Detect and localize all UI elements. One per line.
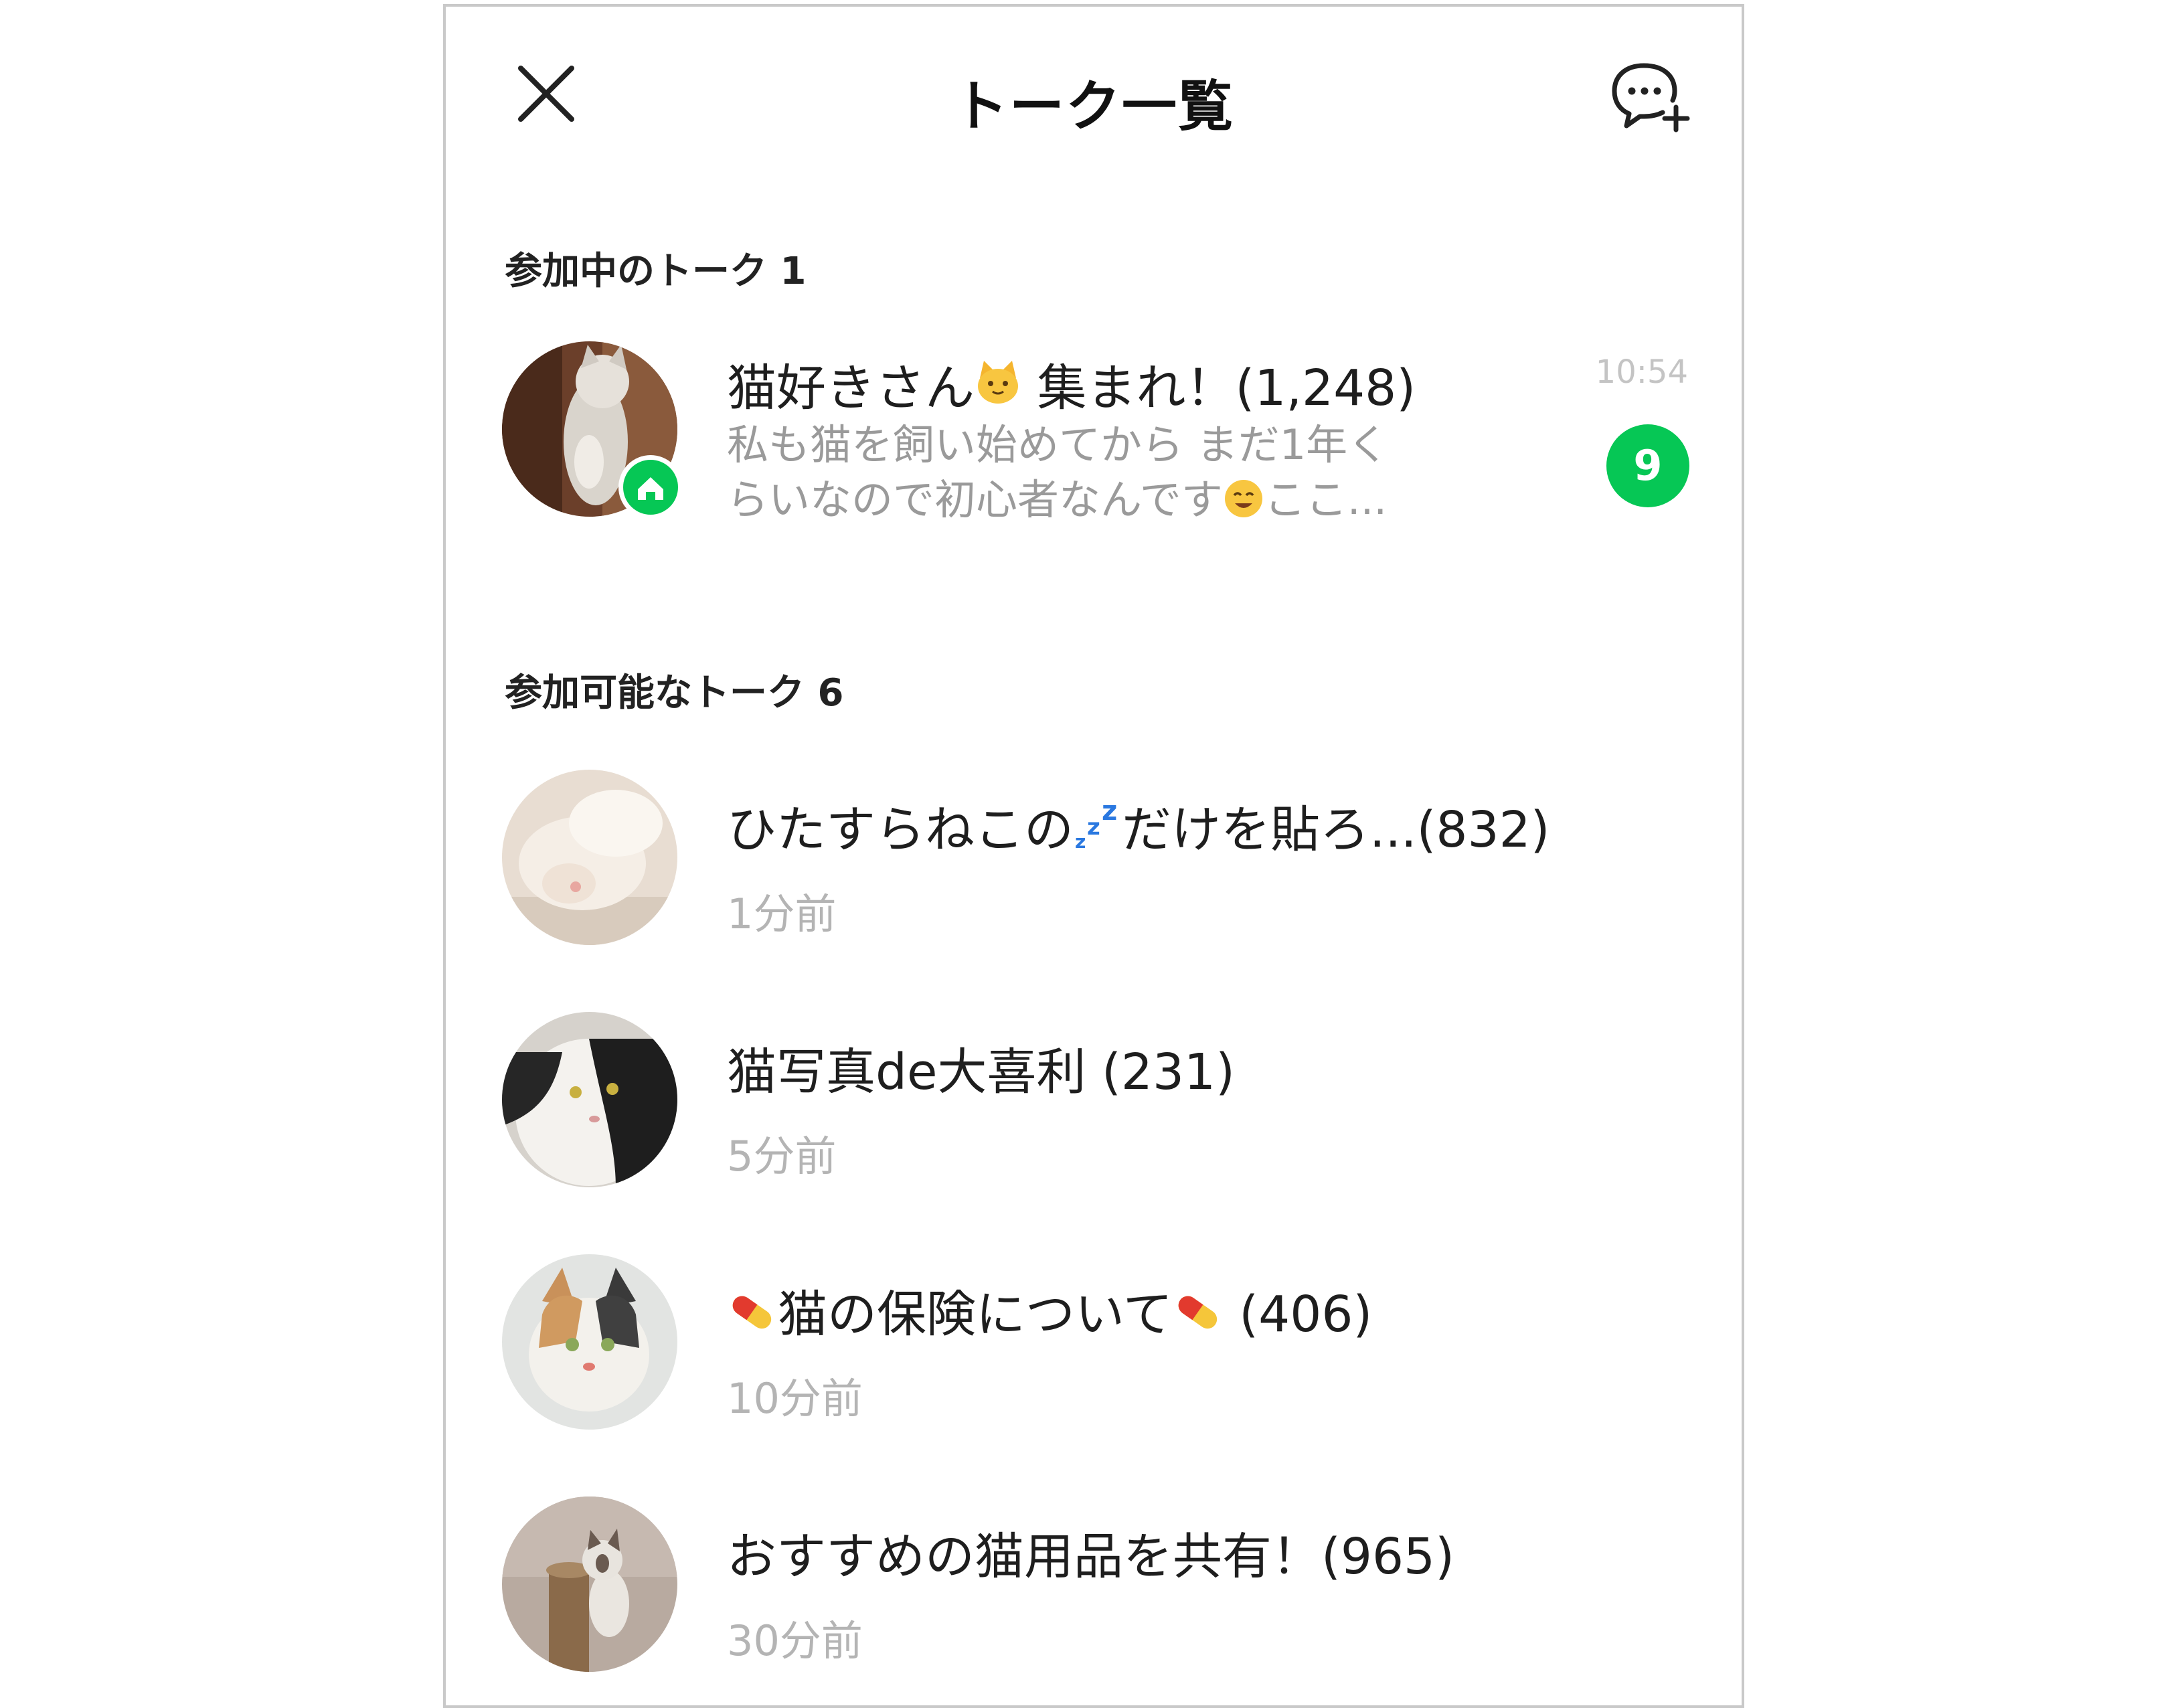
pill-emoji	[1173, 1286, 1224, 1343]
zzz-emoji: zzz	[1074, 796, 1122, 859]
preview-line-1: 私も猫を飼い始めてから まだ1年く	[727, 420, 1390, 469]
preview-line-2: らいなので初心者なんです ここ...	[727, 473, 1463, 527]
available-talk-row[interactable]: 猫の保険について (406) 10分前	[446, 1254, 1742, 1435]
talk-name-suffix: だけを貼ろ...(832)	[1122, 801, 1550, 859]
home-icon	[638, 477, 663, 500]
talk-name-prefix: 猫好きさん	[727, 359, 975, 417]
svg-text:z: z	[1102, 797, 1117, 827]
new-chat-button[interactable]	[1610, 60, 1691, 134]
talk-name-middle: 猫の保険について	[778, 1286, 1173, 1343]
talk-name: 猫の保険について (406)	[727, 1274, 1372, 1346]
available-talk-row[interactable]: おすすめの猫用品を共有！(965) 30分前	[446, 1497, 1742, 1677]
talk-name-prefix: ひたすらねこの	[727, 801, 1074, 859]
svg-text:z: z	[1087, 814, 1100, 841]
new-chat-bubble-plus-icon	[1612, 63, 1690, 133]
talk-name-suffix: 集まれ！(1,248)	[1021, 359, 1416, 417]
last-activity-time: 5分前	[727, 1132, 837, 1181]
unread-count-badge: 9	[1606, 424, 1689, 507]
available-section-title: 参加可能なトーク 6	[505, 671, 844, 715]
talk-list-screen: トーク一覧 参加中のトーク 1 猫好きさん 集まれ！(1,248) 私も猫を飼い…	[443, 4, 1744, 1708]
last-activity-time: 1分前	[727, 889, 837, 938]
last-activity-time: 30分前	[727, 1616, 863, 1665]
joined-section-title: 参加中のトーク 1	[505, 250, 807, 293]
preview-line-2-tail: ここ...	[1264, 475, 1388, 524]
cat-face-emoji	[975, 358, 1021, 417]
preview-line-2-text: らいなので初心者なんです	[727, 475, 1223, 524]
talk-name: 猫好きさん 集まれ！(1,248)	[727, 348, 1416, 420]
talk-name: ひたすらねこの z z z だけを貼ろ...(832)	[727, 790, 1550, 861]
talk-name: 猫写真de大喜利 (231)	[727, 1043, 1236, 1101]
avatar	[502, 1254, 677, 1430]
talk-name: おすすめの猫用品を共有！(965)	[727, 1528, 1454, 1586]
smiling-face-emoji	[1223, 473, 1264, 527]
header: トーク一覧	[446, 7, 1742, 181]
talk-name-suffix: (406)	[1223, 1286, 1373, 1343]
pill-emoji	[727, 1286, 778, 1343]
available-talk-row[interactable]: 猫写真de大喜利 (231) 5分前	[446, 1012, 1742, 1193]
avatar	[502, 770, 677, 945]
home-badge	[618, 455, 683, 519]
svg-text:z: z	[1075, 831, 1086, 851]
joined-talk-row[interactable]: 猫好きさん 集まれ！(1,248) 私も猫を飼い始めてから まだ1年く らいなの…	[446, 341, 1742, 524]
last-message-time: 10:54	[1595, 353, 1688, 391]
page-title: トーク一覧	[952, 75, 1234, 139]
last-activity-time: 10分前	[727, 1374, 863, 1423]
available-talk-row[interactable]: ひたすらねこの z z z だけを貼ろ...(832) 1分前	[446, 770, 1742, 950]
avatar	[502, 1012, 677, 1187]
avatar	[502, 1497, 677, 1672]
last-message-preview: 私も猫を飼い始めてから まだ1年く らいなので初心者なんです ここ...	[727, 418, 1463, 527]
